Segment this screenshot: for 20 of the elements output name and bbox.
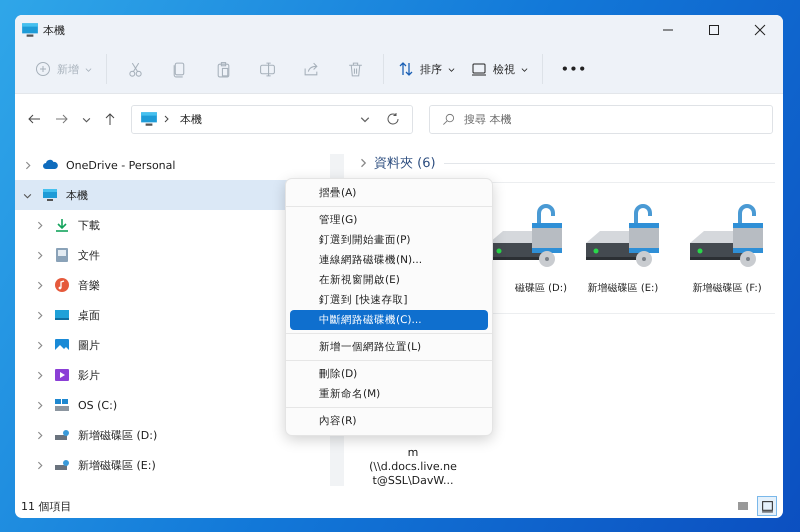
sidebar-label: 新增磁碟區 (E:) xyxy=(78,458,156,472)
sidebar-label: 影片 xyxy=(78,368,100,382)
network-location-label: (\\d.docs.live.ne xyxy=(369,460,457,474)
sidebar-label: 本機 xyxy=(66,188,88,202)
item-count: 11 個項目 xyxy=(21,498,72,514)
drive-label: 新增磁碟區 (E:) xyxy=(588,282,658,295)
network-location-label: m xyxy=(408,446,418,460)
sidebar-label: 下載 xyxy=(78,218,100,232)
sidebar-label: OneDrive - Personal xyxy=(66,158,176,172)
sidebar-label: OS (C:) xyxy=(78,398,118,412)
drive-label: 磁碟區 (D:) xyxy=(514,282,567,295)
address-path: 本機 xyxy=(180,112,202,126)
sidebar-label: 圖片 xyxy=(78,338,100,352)
sidebar-label: 新增磁碟區 (D:) xyxy=(78,428,158,442)
drive-label: 新增磁碟區 (F:) xyxy=(692,282,762,295)
sidebar-label: 音樂 xyxy=(78,278,100,292)
sidebar-label: 文件 xyxy=(78,248,100,262)
network-location-label: t@SSL\DavW... xyxy=(372,474,454,488)
sidebar-label: 桌面 xyxy=(78,308,100,322)
window-title: 本機 xyxy=(43,22,65,38)
